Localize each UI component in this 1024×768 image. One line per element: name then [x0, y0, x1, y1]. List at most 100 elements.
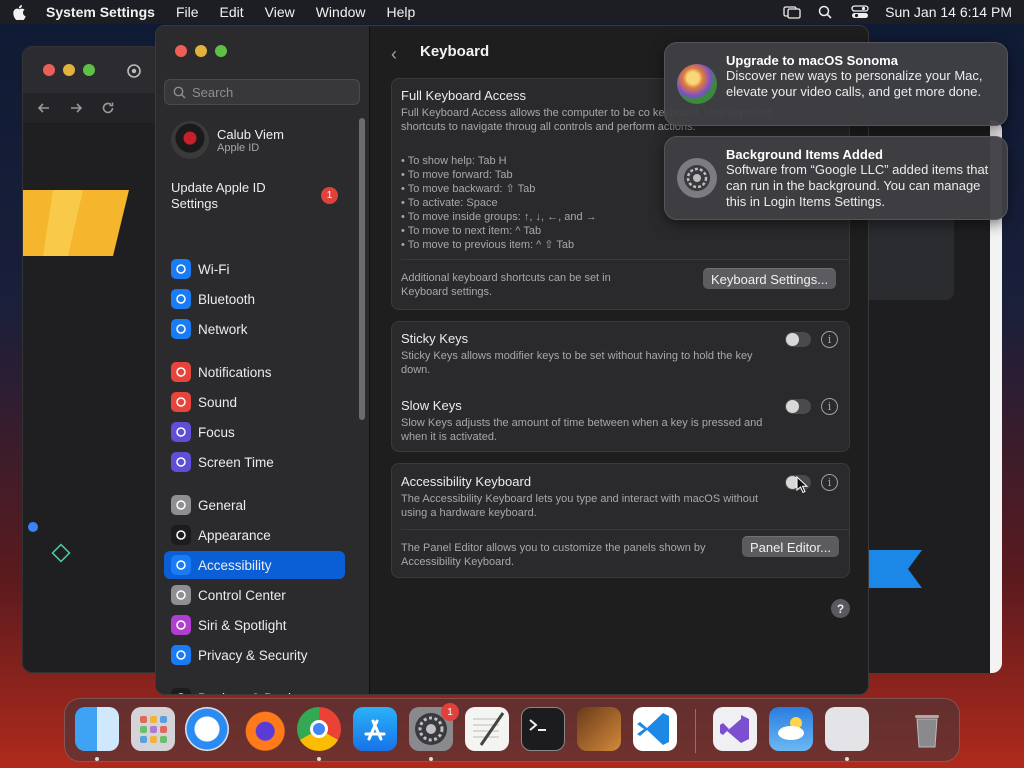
privacy-icon [171, 645, 191, 665]
instruments-app-icon[interactable] [577, 707, 621, 751]
menu-app-name[interactable]: System Settings [46, 4, 155, 20]
help-button[interactable]: ? [831, 599, 850, 618]
shortcut-item: • To move backward: ⇧ Tab [401, 183, 536, 195]
menu-edit[interactable]: Edit [220, 4, 244, 20]
fka-heading: Full Keyboard Access [401, 88, 527, 103]
sidebar-item-label: Focus [198, 424, 235, 440]
menu-help[interactable]: Help [387, 4, 416, 20]
accessibility-keyboard-panel: Accessibility Keyboard The Accessibility… [391, 463, 850, 578]
divider [401, 259, 849, 260]
launchpad-app-icon[interactable] [131, 707, 175, 751]
zoom-button[interactable] [215, 45, 227, 57]
app-store-app-icon[interactable] [353, 707, 397, 751]
appearance-icon [171, 525, 191, 545]
sidebar-item-network[interactable]: Network [164, 315, 345, 343]
browser-minimize-button[interactable] [63, 64, 75, 76]
running-indicator [845, 757, 849, 761]
browser-tab-bar [23, 47, 161, 93]
menu-file[interactable]: File [176, 4, 199, 20]
browser-reload-icon[interactable] [101, 101, 115, 115]
sidebar-item-label: Network [198, 321, 248, 337]
accessibility-icon [171, 555, 191, 575]
notification-body: Discover new ways to personalize your Ma… [726, 68, 983, 99]
shortcut-item: • To show help: Tab H [401, 155, 507, 167]
sidebar-item-sound[interactable]: Sound [164, 388, 345, 416]
notification-sonoma[interactable]: Upgrade to macOS Sonoma Discover new way… [664, 42, 1008, 126]
close-button[interactable] [175, 45, 187, 57]
screen-mirroring-icon[interactable] [783, 5, 801, 19]
sidebar-item-label: Sound [198, 394, 238, 410]
window-controls [175, 45, 227, 57]
screen-time-icon [171, 452, 191, 472]
firefox-app-icon[interactable] [241, 707, 285, 751]
textedit-app-icon[interactable] [465, 707, 509, 751]
browser-close-button[interactable] [43, 64, 55, 76]
sidebar-item-appearance[interactable]: Appearance [164, 521, 345, 549]
sticky-keys-toggle[interactable] [785, 332, 811, 347]
sidebar-item-focus[interactable]: Focus [164, 418, 345, 446]
background-browser-window[interactable] [22, 46, 162, 673]
page-title: Keyboard [420, 43, 490, 60]
panel-editor-button[interactable]: Panel Editor... [742, 536, 839, 557]
search-placeholder: Search [192, 84, 234, 100]
control-center-menu-icon[interactable] [851, 5, 869, 19]
browser-forward-icon[interactable] [69, 101, 83, 115]
sidebar-item-label: Desktop & Dock [198, 691, 295, 695]
chrome-app-icon[interactable] [297, 707, 341, 751]
apple-menu-icon[interactable] [12, 4, 28, 20]
accessibility-keyboard-info-icon[interactable]: i [821, 474, 838, 491]
sticky-slow-keys-panel: Sticky Keys Sticky Keys allows modifier … [391, 321, 850, 452]
menu-view[interactable]: View [265, 4, 295, 20]
accessibility-keyboard-heading: Accessibility Keyboard [401, 474, 532, 489]
sidebar-scrollbar[interactable] [359, 118, 365, 420]
visual-studio-logo-icon [720, 715, 749, 743]
menu-window[interactable]: Window [316, 4, 366, 20]
safari-app-icon[interactable] [185, 707, 229, 751]
sidebar-item-accessibility[interactable]: Accessibility [164, 551, 345, 579]
focus-icon [171, 422, 191, 442]
preview-app-icon[interactable] [825, 707, 869, 751]
slow-keys-toggle[interactable] [785, 399, 811, 414]
divider [401, 529, 849, 530]
sidebar-item-label: Bluetooth [198, 291, 256, 307]
browser-back-icon[interactable] [37, 101, 51, 115]
minimize-button[interactable] [195, 45, 207, 57]
user-name: Calub Viem [217, 126, 284, 142]
sidebar-item-screen-time[interactable]: Screen Time [164, 448, 345, 476]
notification-title: Upgrade to macOS Sonoma [726, 53, 898, 68]
sidebar-item-privacy[interactable]: Privacy & Security [164, 641, 345, 669]
weather-app-icon[interactable] [769, 707, 813, 751]
network-icon [171, 319, 191, 339]
terminal-app-icon[interactable] [521, 707, 565, 751]
sidebar-item-siri[interactable]: Siri & Spotlight [164, 611, 345, 639]
sidebar-item-control-center[interactable]: Control Center [164, 581, 345, 609]
trash-app-icon[interactable] [905, 707, 949, 751]
sidebar-item-label: Siri & Spotlight [198, 617, 287, 633]
browser-zoom-button[interactable] [83, 64, 95, 76]
back-chevron-icon[interactable]: ‹ [391, 44, 397, 65]
notification-title: Background Items Added [726, 147, 883, 162]
spotlight-search-icon[interactable] [817, 5, 835, 19]
menu-clock[interactable]: Sun Jan 14 6:14 PM [885, 4, 1012, 20]
blue-dot-decoration [28, 522, 38, 532]
trash-icon [915, 715, 939, 748]
update-apple-id-item[interactable]: Update Apple ID Settings [171, 180, 311, 212]
sidebar-item-general[interactable]: General [164, 491, 345, 519]
sidebar-item-notifications[interactable]: Notifications [164, 358, 345, 386]
sidebar-item-wifi[interactable]: Wi-Fi [164, 255, 345, 283]
search-field[interactable]: Search [164, 79, 360, 105]
sticky-keys-info-icon[interactable]: i [821, 331, 838, 348]
sidebar-item-desktop-dock[interactable]: Desktop & Dock [164, 684, 345, 695]
slow-keys-info-icon[interactable]: i [821, 398, 838, 415]
sticky-keys-heading: Sticky Keys [401, 331, 469, 346]
control-center-icon [171, 585, 191, 605]
vscode-app-icon[interactable] [633, 707, 677, 751]
visual-studio-app-icon[interactable] [713, 707, 757, 751]
notification-background-items[interactable]: Background Items Added Software from “Go… [664, 136, 1008, 220]
shortcut-item: • To move forward: Tab [401, 169, 513, 181]
keyboard-settings-button[interactable]: Keyboard Settings... [703, 268, 837, 289]
apple-id-row[interactable]: Calub Viem Apple ID [171, 121, 284, 159]
sidebar-item-label: Control Center [198, 587, 286, 603]
sidebar-item-bluetooth[interactable]: Bluetooth [164, 285, 345, 313]
finder-app-icon[interactable] [75, 707, 119, 751]
